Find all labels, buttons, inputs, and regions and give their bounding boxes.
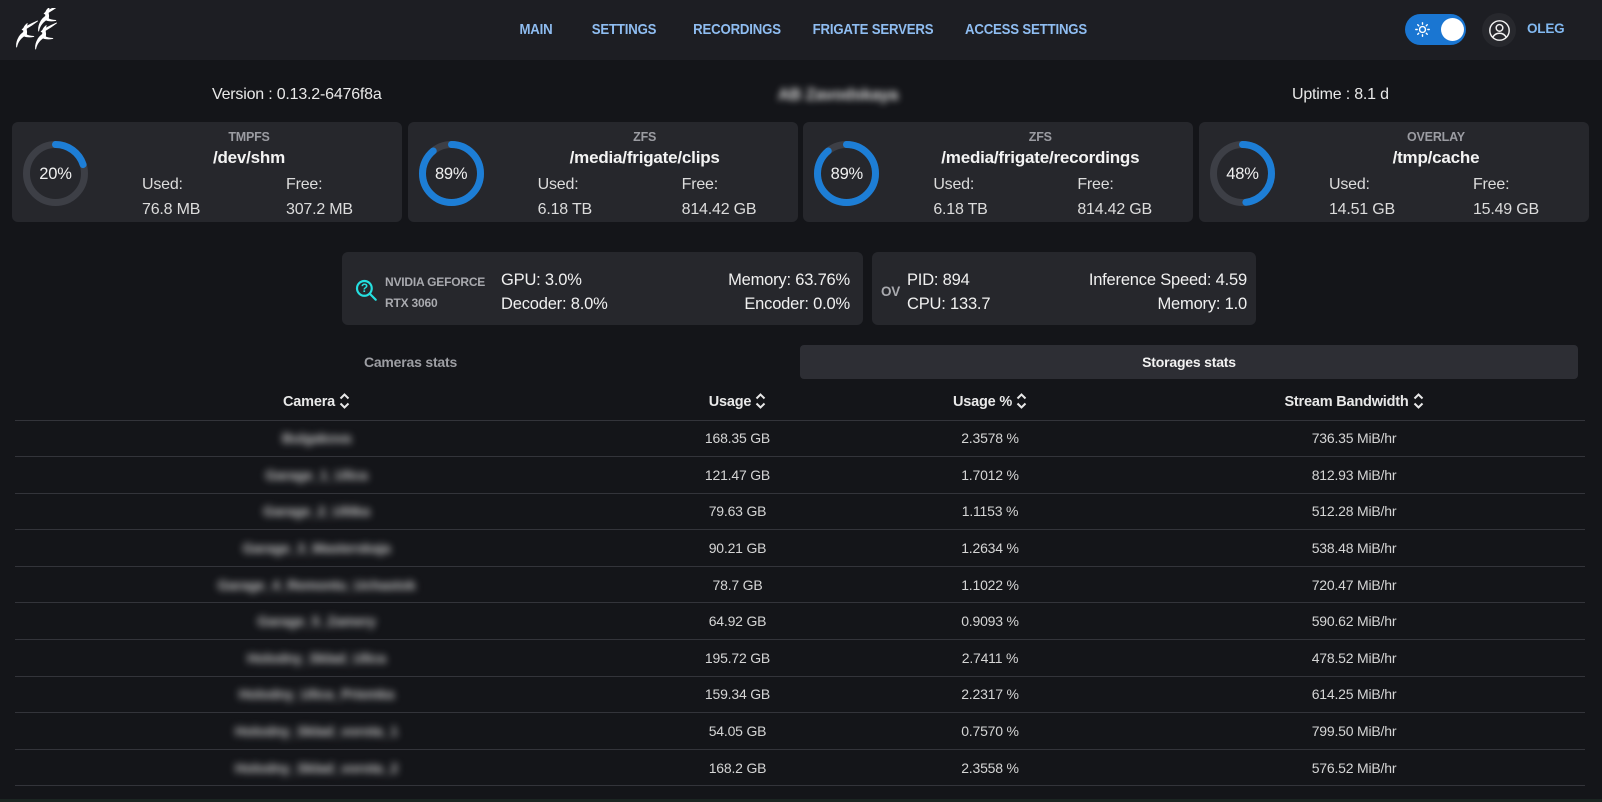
svg-text:?: ? <box>361 281 368 295</box>
